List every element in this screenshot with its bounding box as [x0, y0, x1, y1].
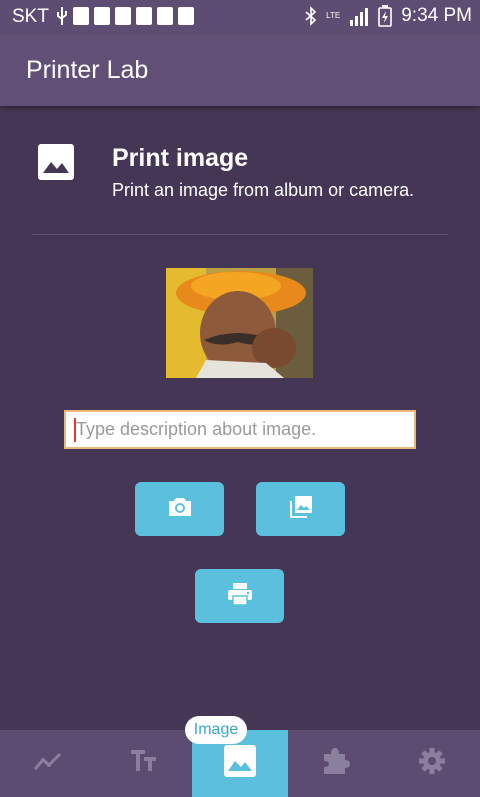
- selected-image-preview: [166, 268, 313, 378]
- lte-icon: LTE: [326, 11, 341, 20]
- bug-icon: [157, 7, 173, 25]
- app-notification-icon: [136, 7, 152, 25]
- print-button[interactable]: [195, 569, 284, 623]
- nav-item-extensions[interactable]: [288, 730, 384, 797]
- camera-icon: [167, 496, 193, 523]
- active-tab-tooltip: Image: [185, 716, 247, 744]
- mail-icon: [94, 7, 110, 25]
- divider: [32, 234, 448, 235]
- sd-card-icon: [178, 7, 194, 25]
- clock: 9:34 PM: [401, 5, 472, 26]
- text-size-icon: [129, 749, 159, 778]
- description-input[interactable]: [64, 410, 416, 449]
- camera-button[interactable]: [135, 482, 224, 536]
- gallery-button[interactable]: [256, 482, 345, 536]
- usb-icon: [56, 7, 68, 25]
- alert-icon: [73, 7, 89, 25]
- carrier-label: SKT: [12, 6, 49, 27]
- printer-icon: [227, 582, 253, 611]
- app-title: Printer Lab: [26, 56, 149, 84]
- signal-icon: [349, 6, 369, 26]
- battery-icon: [378, 5, 393, 27]
- puzzle-icon: [321, 746, 351, 781]
- status-bar: SKT LTE 9:34 PM: [0, 0, 480, 34]
- chart-line-icon: [33, 750, 63, 777]
- app-bar: Printer Lab: [0, 34, 480, 106]
- text-cursor: [74, 418, 76, 442]
- image-icon: [38, 144, 74, 180]
- image-icon: [224, 745, 256, 782]
- nav-item-stats[interactable]: [0, 730, 96, 797]
- notification-icons: [56, 7, 194, 25]
- gallery-notification-icon: [115, 7, 131, 25]
- nav-item-text[interactable]: [96, 730, 192, 797]
- photo-library-icon: [288, 494, 314, 525]
- nav-item-settings[interactable]: [384, 730, 480, 797]
- page-title: Print image: [112, 144, 249, 172]
- page-subtitle: Print an image from album or camera.: [112, 180, 415, 200]
- bluetooth-icon: [305, 6, 317, 26]
- gear-icon: [418, 747, 446, 780]
